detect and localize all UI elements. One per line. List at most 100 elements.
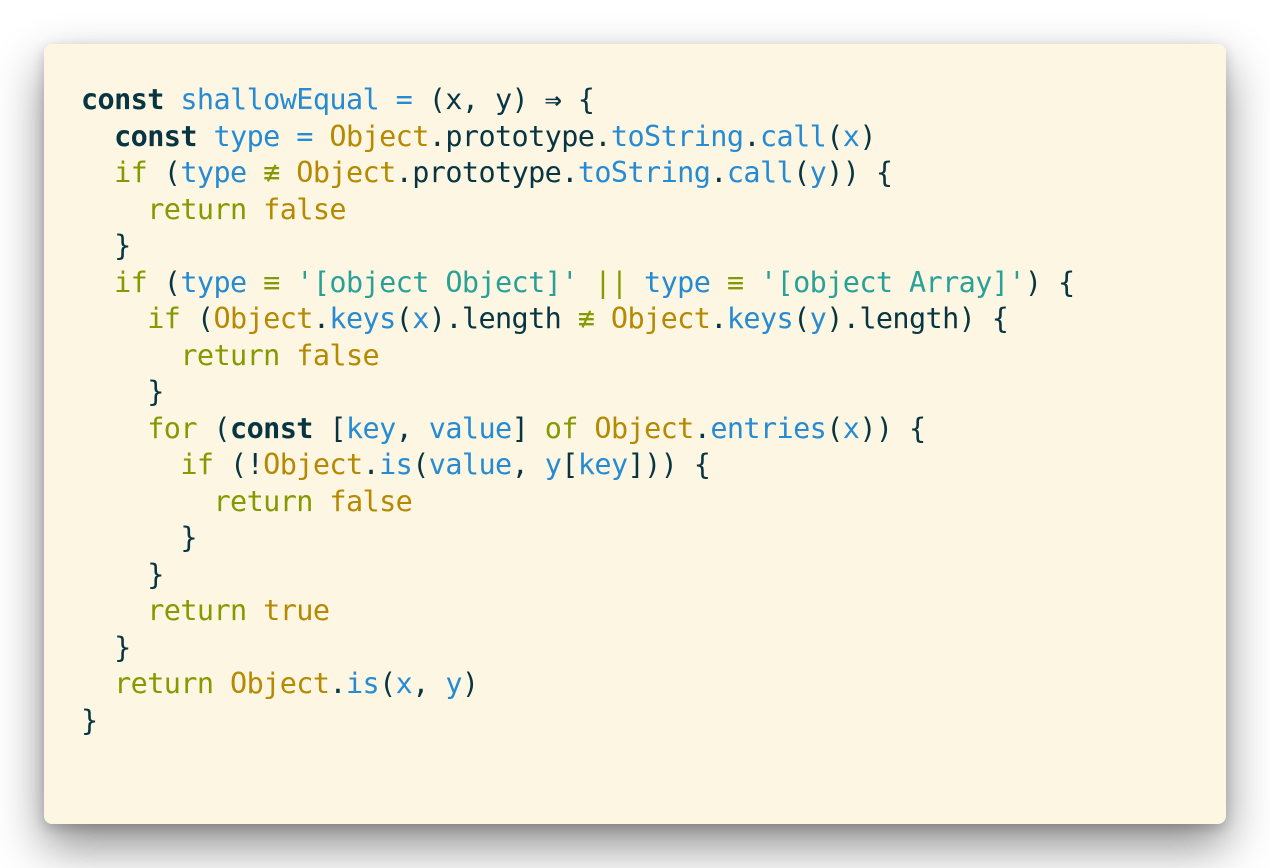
control-keyword-token: if [114,265,148,299]
identifier-token: type [644,265,711,299]
code-line: const type = Object.prototype.toString.c… [81,119,1075,156]
function-token: = [395,83,413,116]
function-token: keys [726,302,794,335]
code-line: } [81,374,1075,411]
code-line: if (type ≢ Object.prototype.toString.cal… [81,155,1075,192]
plain-token: ( [147,156,181,189]
code-line: return false [81,484,1075,521]
identifier-token: key [345,411,396,445]
code-line: } [81,557,1075,594]
code-line: } [81,703,1075,740]
function-token: call [759,119,827,153]
plain-token: , [395,411,429,445]
code-window: const shallowEqual = (x, y) ⇒ { const ty… [44,44,1226,824]
plain-token: . [362,448,380,481]
object-token: Object [263,448,363,481]
plain-token: , [412,667,446,700]
plain-token: . [710,302,727,335]
plain-token: [ [561,448,578,481]
identifier-token: x [842,411,860,445]
literal-token: false [263,192,346,226]
plain-token: ( [826,411,843,445]
identifier-token: value [428,448,512,481]
control-keyword-token: for [147,411,197,445]
plain-token: . [312,302,330,335]
identifier-token: type [180,156,247,189]
plain-token: , [511,448,545,481]
plain-token: ( [395,302,413,335]
plain-token: ).length) { [826,302,1009,335]
plain-token: (x, y) [412,83,545,116]
literal-token: false [296,338,380,372]
operator-token: ≢ [263,156,280,189]
plain-token: } [81,557,164,591]
plain-token: ).length [428,302,578,335]
identifier-token: y [809,156,827,189]
code-line: if (!Object.is(value, y[key])) { [81,447,1075,484]
control-keyword-token: if [180,448,214,481]
string-token: '[object Object]' [296,265,578,299]
code-line: return Object.is(x, y) [81,666,1075,703]
plain-token: .prototype. [395,156,579,189]
plain-token: ) [461,667,479,700]
string-token: '[object Array]' [759,265,1026,299]
control-keyword-token: of [544,411,579,445]
code-line: } [81,520,1075,557]
keyword-token: const [114,119,197,153]
plain-token: )) { [859,411,926,445]
code-line: return true [81,593,1075,630]
identifier-token: y [445,667,462,700]
function-token: toString [610,119,744,153]
plain-token: [ [312,411,346,445]
code-line: } [81,228,1075,265]
plain-token: { [561,83,595,116]
keyword-token: ⇒ [544,83,562,116]
keyword-token: const [230,411,313,445]
plain-token: ( [412,448,429,481]
identifier-token: y [809,302,827,335]
code-line: } [81,630,1075,667]
plain-token: } [81,375,164,408]
identifier-token: y [544,448,562,481]
function-token: is [379,448,413,481]
keyword-token: const [81,83,164,116]
plain-token: ) { [1024,265,1075,299]
object-token: Object [296,156,396,189]
plain-token: .prototype. [428,119,612,153]
code-line: for (const [key, value] of Object.entrie… [81,411,1075,448]
plain-token: ( [793,302,810,335]
code-block: const shallowEqual = (x, y) ⇒ { const ty… [81,82,1075,739]
control-keyword-token: return [114,667,214,700]
identifier-token: type [180,265,247,299]
function-token: entries [710,411,827,445]
code-line: return false [81,192,1075,229]
code-line: return false [81,338,1075,375]
plain-token: (! [213,448,264,481]
control-keyword-token: if [147,302,181,335]
code-line: if (Object.keys(x).length ≢ Object.keys(… [81,301,1075,338]
plain-token: ( [826,119,843,153]
object-token: Object [610,302,711,335]
function-token: toString [577,156,711,189]
plain-token: )) { [826,156,893,189]
